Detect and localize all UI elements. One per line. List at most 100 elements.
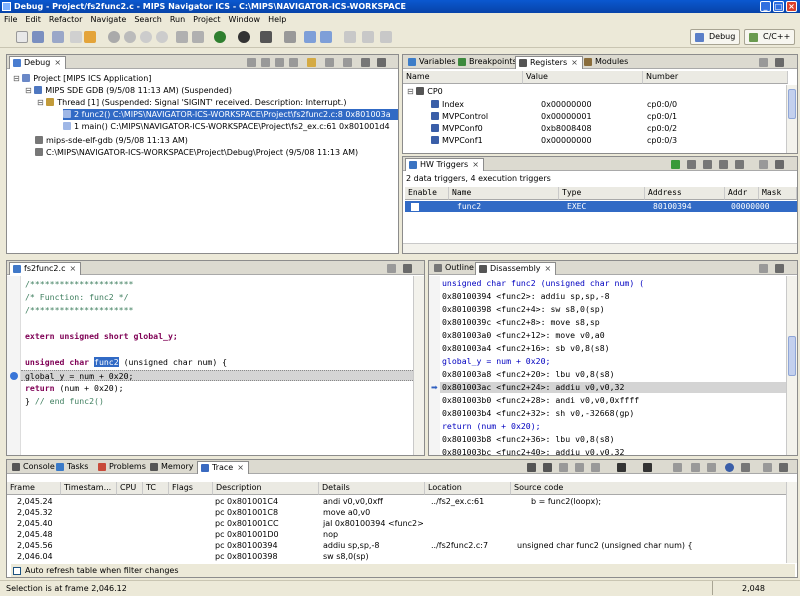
tab-tasks[interactable]: Tasks (53, 461, 92, 474)
disasm-line[interactable]: 0x801003a0 <func2+12>: move v0,a0 (442, 330, 605, 341)
col-addr[interactable]: Addr (725, 187, 759, 200)
step-filter-icon[interactable] (325, 58, 334, 67)
step-back-icon[interactable] (559, 463, 568, 472)
collapse-icon[interactable] (673, 463, 682, 472)
next-annotation-icon[interactable] (304, 31, 316, 43)
tree-item-thread[interactable]: ⊟ Thread [1] (Suspended: Signal 'SIGINT'… (37, 97, 346, 108)
expand-icon[interactable] (691, 463, 700, 472)
trace-row[interactable]: 2,045.24 pc 0x801001C4 andi v0,v0,0xff ../f… (7, 496, 787, 507)
col-flags[interactable]: Flags (169, 482, 213, 495)
suspend-tool-icon[interactable] (261, 58, 270, 67)
trace-row[interactable]: 2,045.56 pc 0x80100394 addiu sp,sp,-8 ../fs… (7, 540, 787, 551)
disasm-line[interactable]: 0x801003a4 <func2+16>: sb v0,8(s8) (442, 343, 610, 354)
menu-project[interactable]: Project (189, 13, 224, 26)
view-menu-icon[interactable] (759, 58, 768, 67)
view-menu-icon[interactable] (759, 160, 768, 169)
remove-trigger-icon[interactable] (687, 160, 696, 169)
debug-run-icon[interactable] (214, 31, 226, 43)
register-row[interactable]: MVPConf0 0xb8008408 cp0:0/2 (403, 123, 788, 134)
tab-console[interactable]: Console (9, 461, 59, 474)
minimize-button[interactable]: _ (760, 1, 771, 12)
menu-search[interactable]: Search (130, 13, 165, 26)
tree-item-project[interactable]: ⊟ Project [MIPS ICS Application] (13, 73, 151, 84)
terminate-icon[interactable] (70, 31, 82, 43)
view-menu-icon[interactable] (361, 58, 370, 67)
disasm-line[interactable]: 0x801003b8 <func2+36>: lbu v0,8(s8) (442, 434, 615, 445)
open-icon[interactable] (84, 31, 96, 43)
back-icon[interactable] (362, 31, 374, 43)
register-row[interactable]: MVPControl 0x00000001 cp0:0/1 (403, 111, 788, 122)
disasm-line[interactable]: 0x80100394 <func2>: addiu sp,sp,-8 (442, 291, 610, 302)
minimize-view-icon[interactable] (403, 264, 412, 273)
register-row[interactable]: MVPConf1 0x00000000 cp0:0/3 (403, 135, 788, 146)
disasm-line[interactable]: 0x801003bc <func2+40>: addiu v0,v0,32 (442, 447, 624, 455)
disable-trigger-icon[interactable] (735, 160, 744, 169)
minimize-view-icon[interactable] (779, 463, 788, 472)
close-button[interactable]: × (786, 1, 797, 12)
prev-annotation-icon[interactable] (320, 31, 332, 43)
tab-trace[interactable]: Trace × (197, 461, 249, 474)
tab-memory[interactable]: Memory (147, 461, 198, 474)
play-icon[interactable] (543, 463, 552, 472)
run-icon[interactable] (238, 31, 250, 43)
tab-hw-triggers[interactable]: HW Triggers × (405, 158, 484, 171)
enable-checkbox[interactable] (411, 203, 419, 211)
menu-window[interactable]: Window (225, 13, 265, 26)
menu-run[interactable]: Run (166, 13, 189, 26)
col-cpu[interactable]: CPU (117, 482, 143, 495)
col-details[interactable]: Details (319, 482, 425, 495)
menu-file[interactable]: File (0, 13, 21, 26)
col-timestamp[interactable]: Timestam... (61, 482, 117, 495)
enable-trigger-icon[interactable] (719, 160, 728, 169)
col-type[interactable]: Type (559, 187, 645, 200)
step-into-icon[interactable] (176, 31, 188, 43)
breakpoint-marker-icon[interactable] (10, 372, 18, 380)
col-frame[interactable]: Frame (7, 482, 61, 495)
settings-gear-icon[interactable] (725, 463, 734, 472)
stack-frame-main[interactable]: 1 main() C:\MIPS\NAVIGATOR-ICS-WORKSPACE… (63, 121, 390, 132)
resume-icon[interactable] (108, 31, 120, 43)
minimize-view-icon[interactable] (775, 58, 784, 67)
trace-row[interactable]: 2,045.32 pc 0x801001C8 move a0,v0 (7, 507, 787, 518)
resume-tool-icon[interactable] (247, 58, 256, 67)
save-icon[interactable] (32, 31, 44, 43)
col-number[interactable]: Number (643, 71, 788, 84)
tree-item-gdb[interactable]: ⊟ MIPS SDE GDB (9/5/08 11:13 AM) (Suspen… (25, 85, 232, 96)
close-icon[interactable]: × (69, 264, 76, 273)
col-location[interactable]: Location (425, 482, 511, 495)
menu-navigate[interactable]: Navigate (86, 13, 130, 26)
trigger-row[interactable]: func2 EXEC 80100394 00000000 (405, 201, 797, 212)
tab-registers[interactable]: Registers × (515, 56, 583, 69)
external-tools-icon[interactable] (260, 31, 272, 43)
col-name[interactable]: Name (403, 71, 523, 84)
disasm-line[interactable]: 0x8010039c <func2+8>: move s8,sp (442, 317, 600, 328)
step-forward-icon[interactable] (575, 463, 584, 472)
disasm-line[interactable]: 0x801003b4 <func2+32>: sh v0,-32668(gp) (442, 408, 634, 419)
disconnect-icon[interactable] (156, 31, 168, 43)
maximize-view-icon[interactable] (387, 264, 396, 273)
print-icon[interactable] (52, 31, 64, 43)
tab-fs2func2[interactable]: fs2func2.c × (9, 262, 82, 275)
close-icon[interactable]: × (571, 58, 578, 67)
scroll-thumb[interactable] (788, 89, 796, 119)
close-icon[interactable]: × (472, 160, 479, 169)
minimize-view-icon[interactable] (775, 264, 784, 273)
trace-row[interactable]: 2,045.48 pc 0x801001D0 nop (7, 529, 787, 540)
step-over-icon[interactable] (192, 31, 204, 43)
trace-row[interactable]: 2,046.04 pc 0x80100398 sw s8,0(sp) (7, 551, 787, 562)
hw-triggers-hscrollbar[interactable] (403, 243, 797, 253)
col-mask[interactable]: Mask (759, 187, 797, 200)
stack-frame-func2[interactable]: 2 func2() C:\MIPS\NAVIGATOR-ICS-WORKSPAC… (63, 109, 398, 120)
disasm-current-line[interactable]: 0x801003ac <func2+24>: addiu v0,v0,32 (440, 382, 787, 393)
remove-all-icon[interactable] (703, 160, 712, 169)
scroll-thumb[interactable] (788, 336, 796, 376)
link-icon[interactable] (707, 463, 716, 472)
minimize-view-icon[interactable] (377, 58, 386, 67)
col-trigger-name[interactable]: Name (449, 187, 559, 200)
export-icon[interactable] (741, 463, 750, 472)
col-enable[interactable]: Enable (405, 187, 449, 200)
menu-edit[interactable]: Edit (21, 13, 45, 26)
tab-debug[interactable]: Debug × (9, 56, 67, 69)
tree-item-project-process[interactable]: C:\MIPS\NAVIGATOR-ICS-WORKSPACE\Project\… (35, 147, 358, 158)
pin-icon[interactable] (284, 31, 296, 43)
